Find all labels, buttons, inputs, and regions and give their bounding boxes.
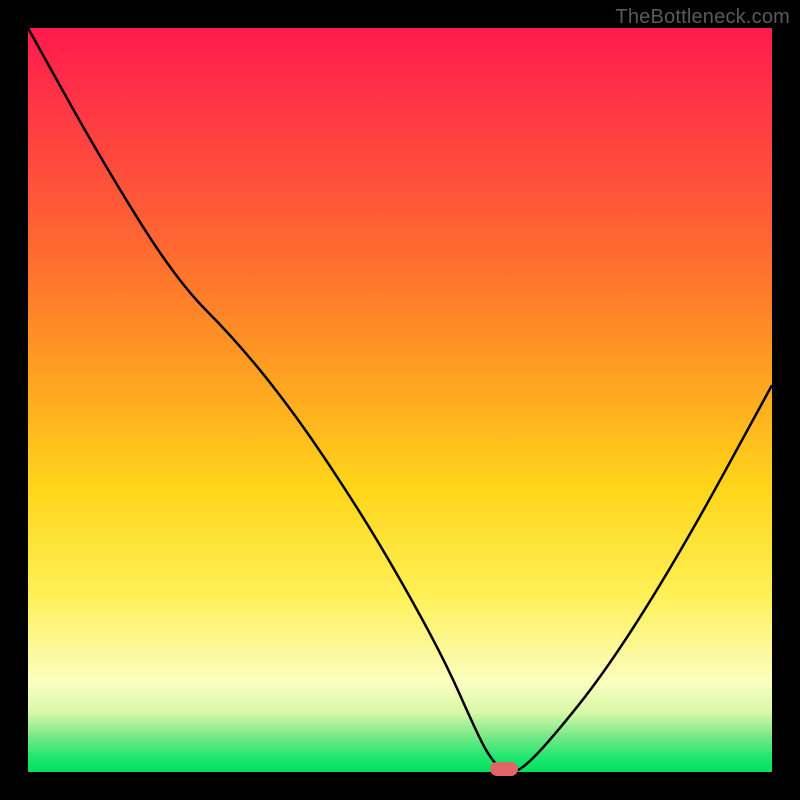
plot-area: [28, 28, 772, 772]
bottleneck-curve: [28, 28, 772, 772]
optimal-marker: [490, 762, 518, 776]
chart-frame: TheBottleneck.com: [0, 0, 800, 800]
curve-svg: [28, 28, 772, 772]
watermark-text: TheBottleneck.com: [615, 6, 790, 29]
